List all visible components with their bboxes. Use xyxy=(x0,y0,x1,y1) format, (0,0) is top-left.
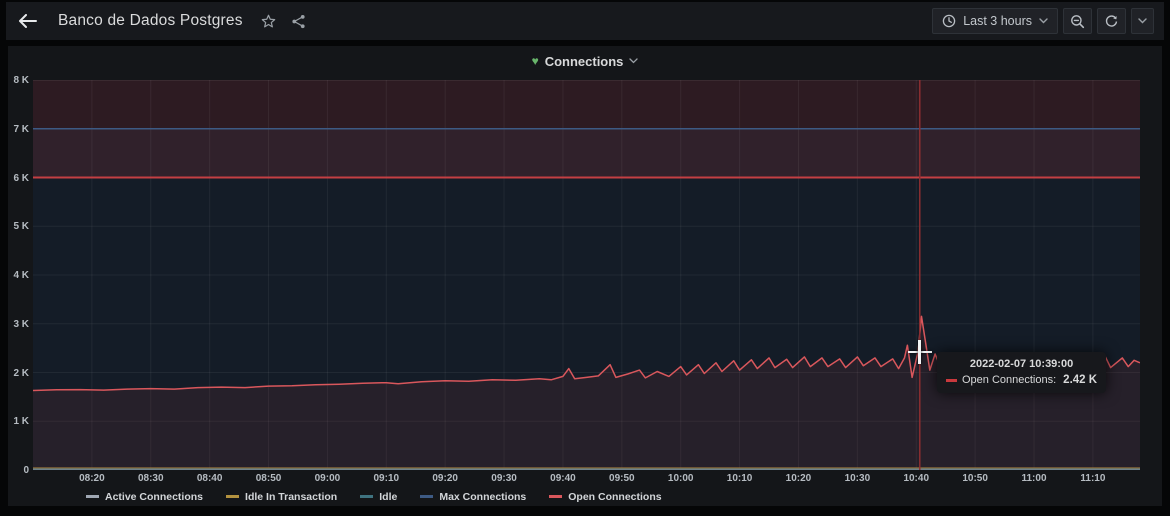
panel-header[interactable]: ♥ Connections xyxy=(8,51,1162,71)
x-tick-label: 10:00 xyxy=(660,473,702,484)
share-icon[interactable] xyxy=(289,8,309,34)
y-tick-label: 8 K xyxy=(8,75,29,86)
x-tick-label: 10:10 xyxy=(719,473,761,484)
x-tick-label: 09:20 xyxy=(424,473,466,484)
refresh-icon xyxy=(1104,14,1119,29)
legend-series-dash xyxy=(549,495,562,498)
y-tick-label: 1 K xyxy=(8,416,29,427)
y-tick-label: 0 xyxy=(8,465,29,476)
x-tick-label: 09:30 xyxy=(483,473,525,484)
legend-item-idle[interactable]: Idle xyxy=(360,491,397,503)
tooltip-series-label: Open Connections: xyxy=(962,374,1056,386)
legend-item-open-connections[interactable]: Open Connections xyxy=(549,491,661,503)
legend-item-active-connections[interactable]: Active Connections xyxy=(86,491,203,503)
y-tick-label: 7 K xyxy=(8,124,29,135)
y-tick-label: 4 K xyxy=(8,270,29,281)
refresh-button[interactable] xyxy=(1097,8,1126,34)
tooltip-value: 2.42 K xyxy=(1063,374,1097,386)
legend-series-dash xyxy=(360,495,373,498)
health-heart-icon: ♥ xyxy=(532,55,539,67)
x-tick-label: 11:10 xyxy=(1072,473,1114,484)
time-range-label: Last 3 hours xyxy=(963,14,1032,28)
x-tick-label: 09:40 xyxy=(542,473,584,484)
legend-series-label: Active Connections xyxy=(105,491,203,503)
arrow-left-icon xyxy=(18,14,37,28)
x-tick-label: 08:40 xyxy=(189,473,231,484)
dashboard-title: Banco de Dados Postgres xyxy=(58,12,243,30)
chart-legend: Active Connections Idle In Transaction Idl… xyxy=(86,489,662,504)
y-tick-label: 5 K xyxy=(8,221,29,232)
legend-series-label: Max Connections xyxy=(439,491,526,503)
x-tick-label: 08:20 xyxy=(71,473,113,484)
legend-series-dash xyxy=(420,495,433,498)
chevron-down-icon xyxy=(1138,18,1147,24)
tooltip-timestamp: 2022-02-07 10:39:00 xyxy=(946,358,1097,370)
time-range-picker[interactable]: Last 3 hours xyxy=(932,8,1058,34)
legend-series-dash xyxy=(226,495,239,498)
star-icon[interactable] xyxy=(259,8,279,34)
x-tick-label: 09:00 xyxy=(306,473,348,484)
legend-series-label: Open Connections xyxy=(568,491,661,503)
x-tick-label: 10:30 xyxy=(836,473,878,484)
legend-series-label: Idle xyxy=(379,491,397,503)
x-tick-label: 09:10 xyxy=(365,473,407,484)
y-tick-label: 6 K xyxy=(8,173,29,184)
x-tick-label: 11:00 xyxy=(1013,473,1055,484)
open-connections-series-icon xyxy=(946,379,957,382)
legend-series-label: Idle In Transaction xyxy=(245,491,337,503)
x-tick-label: 08:50 xyxy=(248,473,290,484)
panel-title: Connections xyxy=(545,54,624,69)
x-tick-label: 10:20 xyxy=(777,473,819,484)
legend-item-idle-in-transaction[interactable]: Idle In Transaction xyxy=(226,491,337,503)
chart-canvas xyxy=(33,80,1140,470)
magnifier-minus-icon xyxy=(1070,14,1085,29)
top-navbar: Banco de Dados Postgres Last 3 hours xyxy=(6,2,1164,40)
refresh-interval-dropdown[interactable] xyxy=(1131,8,1154,34)
chevron-down-icon xyxy=(1039,18,1048,24)
x-tick-label: 09:50 xyxy=(601,473,643,484)
clock-icon xyxy=(942,14,956,28)
y-tick-label: 2 K xyxy=(8,368,29,379)
y-tick-label: 3 K xyxy=(8,319,29,330)
chart-tooltip: 2022-02-07 10:39:00 Open Connections: 2.… xyxy=(937,352,1106,393)
x-tick-label: 10:40 xyxy=(895,473,937,484)
legend-series-dash xyxy=(86,495,99,498)
x-tick-label: 08:30 xyxy=(130,473,172,484)
chart-plot[interactable] xyxy=(33,80,1140,470)
zoom-out-button[interactable] xyxy=(1063,8,1092,34)
back-button[interactable] xyxy=(14,8,40,34)
connections-panel: ♥ Connections 01 K2 K3 K4 K5 K6 K7 K8 K … xyxy=(8,46,1162,506)
y-axis: 01 K2 K3 K4 K5 K6 K7 K8 K xyxy=(8,80,29,470)
x-tick-label: 10:50 xyxy=(954,473,996,484)
chevron-down-icon xyxy=(629,58,638,64)
legend-item-max-connections[interactable]: Max Connections xyxy=(420,491,526,503)
x-axis: 08:20 08:30 08:40 08:50 09:00 09:10 09:20 09:30… xyxy=(33,473,1140,487)
